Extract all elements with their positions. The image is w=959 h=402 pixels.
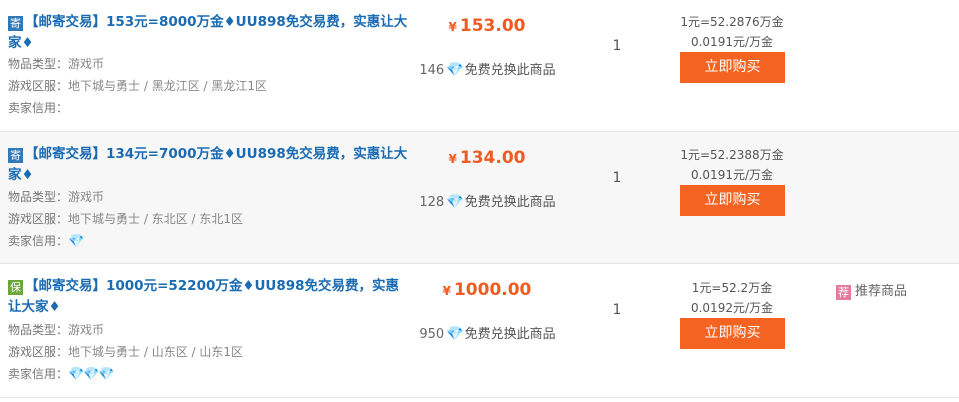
diamond-icon: 💎 <box>446 62 463 78</box>
quantity: 1 <box>612 170 622 186</box>
free-exchange[interactable]: 128 💎 免费兑换此商品 <box>405 191 570 210</box>
seller-credit: 卖家信用： <box>8 101 69 115</box>
credit-diamond-icon: 💎 <box>68 234 84 249</box>
seller-credit: 卖家信用：💎💎💎 <box>8 367 115 382</box>
rate-per-unit: 0.0192元/万金 <box>690 301 774 315</box>
listing-title-text[interactable]: 【邮寄交易】153元=8000万金♦UU898免交易费，实惠让大家♦ <box>8 14 407 51</box>
price: ¥134.00 <box>448 148 526 168</box>
quantity: 1 <box>612 302 622 318</box>
listing-title-text[interactable]: 【邮寄交易】1000元=52200万金♦UU898免交易费，实惠让大家♦ <box>8 278 399 315</box>
server-info: 游戏区服：地下城与勇士 / 东北区 / 东北1区 <box>8 212 243 226</box>
price: ¥1000.00 <box>442 280 532 300</box>
rate-per-yuan: 1元=52.2876万金 <box>680 15 784 29</box>
listing-title[interactable]: 保【邮寄交易】1000元=52200万金♦UU898免交易费，实惠让大家♦ <box>8 276 408 318</box>
credit-diamond-icon: 💎💎💎 <box>68 367 115 382</box>
free-exchange[interactable]: 950 💎 免费兑换此商品 <box>405 323 570 342</box>
buy-now-button[interactable]: 立即购买 <box>680 318 785 349</box>
item-type: 物品类型：游戏币 <box>8 190 105 204</box>
rate-per-unit: 0.0191元/万金 <box>690 168 774 182</box>
seller-credit: 卖家信用：💎 <box>8 234 84 249</box>
item-type: 物品类型：游戏币 <box>8 323 105 337</box>
recommend-tag-icon: 荐 <box>836 285 851 300</box>
diamond-icon: 💎 <box>446 326 463 342</box>
rate-per-unit: 0.0191元/万金 <box>690 35 774 49</box>
buy-now-button[interactable]: 立即购买 <box>680 185 785 216</box>
mail-badge-icon: 寄 <box>8 16 23 31</box>
listing-row: 寄【邮寄交易】153元=8000万金♦UU898免交易费，实惠让大家♦ 物品类型… <box>0 0 959 132</box>
server-info: 游戏区服：地下城与勇士 / 黑龙江区 / 黑龙江1区 <box>8 79 267 93</box>
listing-row: 寄【邮寄交易】134元=7000万金♦UU898免交易费，实惠让大家♦ 物品类型… <box>0 132 959 264</box>
diamond-icon: 💎 <box>446 194 463 210</box>
rate-per-yuan: 1元=52.2万金 <box>691 281 773 295</box>
listing-row: 保【邮寄交易】1000元=52200万金♦UU898免交易费，实惠让大家♦ 物品… <box>0 264 959 398</box>
recommended-label: 荐推荐商品 <box>836 284 908 300</box>
item-type: 物品类型：游戏币 <box>8 57 105 71</box>
listing-title[interactable]: 寄【邮寄交易】134元=7000万金♦UU898免交易费，实惠让大家♦ <box>8 144 408 186</box>
guarantee-badge-icon: 保 <box>8 280 23 295</box>
listing-title[interactable]: 寄【邮寄交易】153元=8000万金♦UU898免交易费，实惠让大家♦ <box>8 12 408 54</box>
listing-title-text[interactable]: 【邮寄交易】134元=7000万金♦UU898免交易费，实惠让大家♦ <box>8 146 407 183</box>
mail-badge-icon: 寄 <box>8 148 23 163</box>
price: ¥153.00 <box>448 16 526 36</box>
buy-now-button[interactable]: 立即购买 <box>680 52 785 83</box>
server-info: 游戏区服：地下城与勇士 / 山东区 / 山东1区 <box>8 345 243 359</box>
rate-per-yuan: 1元=52.2388万金 <box>680 148 784 162</box>
free-exchange[interactable]: 146 💎 免费兑换此商品 <box>405 59 570 78</box>
quantity: 1 <box>612 38 622 54</box>
